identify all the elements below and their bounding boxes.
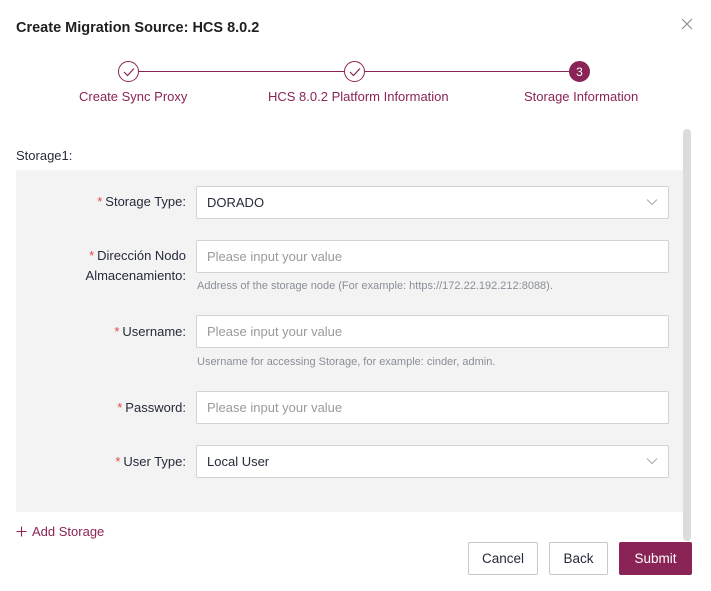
node-address-hint: Address of the storage node (For example…: [197, 280, 553, 292]
plus-icon: [16, 526, 27, 537]
step-3-label: Storage Information: [524, 89, 639, 104]
back-button[interactable]: Back: [549, 542, 608, 575]
username-label: * Username:: [114, 324, 186, 339]
required-mark: *: [117, 400, 123, 415]
storage-type-label: * Storage Type:: [97, 194, 186, 209]
step-2-label: HCS 8.0.2 Platform Information: [268, 89, 449, 104]
chevron-down-icon: [646, 199, 658, 206]
close-icon[interactable]: [679, 16, 695, 32]
check-icon: [349, 67, 360, 76]
password-field[interactable]: [196, 391, 669, 424]
node-address-label: * Dirección Nodo Almacenamiento:: [85, 248, 186, 283]
step-connector-1: [138, 71, 344, 72]
chevron-down-icon: [646, 458, 658, 465]
step-1-label: Create Sync Proxy: [79, 89, 188, 104]
check-icon: [123, 67, 134, 76]
username-input[interactable]: [207, 324, 658, 339]
username-field[interactable]: [196, 315, 669, 348]
dialog-title: Create Migration Source: HCS 8.0.2: [16, 20, 260, 36]
password-label: * Password:: [117, 400, 186, 415]
user-type-select[interactable]: Local User: [196, 445, 669, 478]
node-address-field[interactable]: [196, 240, 669, 273]
scrollbar-thumb[interactable]: [683, 129, 691, 541]
username-hint: Username for accessing Storage, for exam…: [197, 356, 496, 368]
step-3-indicator: 3: [569, 61, 590, 82]
step-connector-2: [365, 71, 569, 72]
required-mark: *: [115, 454, 121, 469]
step-1-indicator: [118, 61, 139, 82]
storage-section-title: Storage1:: [16, 148, 73, 163]
storage-type-value: DORADO: [207, 195, 265, 210]
required-mark: *: [114, 324, 120, 339]
cancel-button[interactable]: Cancel: [468, 542, 538, 575]
required-mark: *: [97, 194, 103, 209]
node-address-input[interactable]: [207, 249, 658, 264]
submit-button[interactable]: Submit: [619, 542, 692, 575]
storage-type-select[interactable]: DORADO: [196, 186, 669, 219]
password-input[interactable]: [207, 400, 658, 415]
user-type-value: Local User: [207, 454, 270, 469]
scrollbar[interactable]: [683, 129, 691, 541]
user-type-label: * User Type:: [115, 454, 186, 469]
required-mark: *: [89, 248, 95, 263]
add-storage-button[interactable]: Add Storage: [16, 524, 104, 539]
add-storage-label: Add Storage: [32, 524, 105, 539]
step-2-indicator: [344, 61, 365, 82]
